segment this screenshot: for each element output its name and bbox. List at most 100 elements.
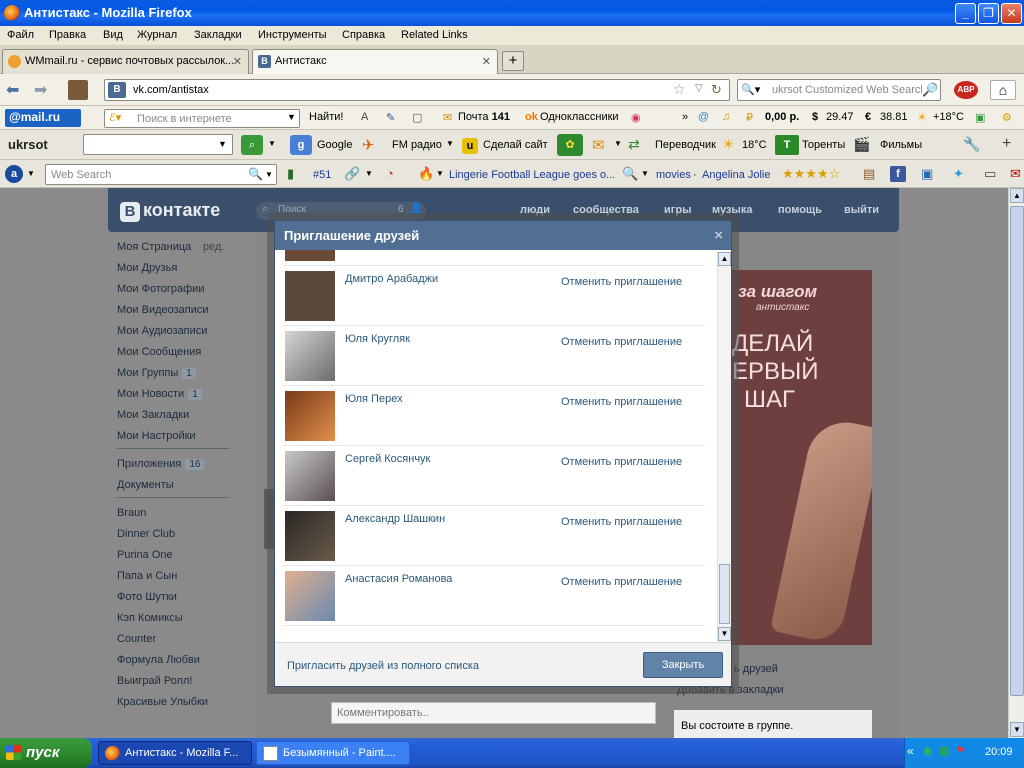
scroll-thumb[interactable] [719, 564, 730, 624]
close-icon[interactable]: × [714, 227, 723, 244]
chevron-down-icon[interactable]: ▼ [268, 139, 276, 148]
map-icon[interactable]: ▣ [975, 111, 985, 124]
font-size-icon[interactable]: A [361, 111, 368, 123]
nav-logout[interactable]: выйти [844, 204, 879, 216]
advertisement-banner[interactable]: за шагом антистакс ДЕЛАЙ ЕРВЫЙ ШАГ [732, 270, 872, 645]
search-icon[interactable]: ⌕ [241, 135, 263, 155]
clock-icon[interactable]: ◔ [386, 166, 394, 181]
agent-icon[interactable]: ◉ [923, 744, 933, 757]
dropdown-icon[interactable]: ▽ [695, 83, 703, 94]
money-icon[interactable]: ₽ [746, 111, 753, 124]
close-button[interactable]: Закрыть [643, 652, 723, 678]
google-link[interactable]: Google [317, 139, 352, 151]
menu-apps[interactable]: Приложения 16 [117, 458, 205, 470]
ukrsot-search-input[interactable]: ▼ [83, 134, 233, 155]
new-tab-button[interactable]: + [502, 51, 524, 71]
mailru-logo[interactable]: @mail.ru [5, 109, 81, 127]
mail-icon[interactable]: ✉ [443, 111, 452, 124]
close-tab-icon[interactable]: ✕ [233, 55, 242, 68]
app-link[interactable]: Фото Шутки [117, 591, 177, 603]
icq-icon[interactable]: ✿ [557, 134, 583, 156]
avatar[interactable] [285, 391, 335, 441]
nav-games[interactable]: игры [664, 204, 691, 216]
app-link[interactable]: Красивые Улыбки [117, 696, 208, 708]
sparkle-icon[interactable]: ✦ [953, 166, 964, 182]
menu-view[interactable]: Вид [103, 29, 123, 41]
minimize-button[interactable]: _ [955, 3, 976, 24]
highlight-icon[interactable]: ✎ [386, 111, 395, 124]
torrents-link[interactable]: Торенты [802, 139, 845, 151]
mail-icon[interactable]: ✉ [592, 136, 605, 154]
gear-icon[interactable]: ⚙ [1002, 111, 1012, 124]
nav-help[interactable]: помощь [778, 204, 822, 216]
search-engine-icon[interactable]: 🔍▾ [741, 83, 760, 96]
weather-sun-icon[interactable]: ☀ [722, 136, 735, 153]
menu-my-page[interactable]: Моя Страница [117, 241, 191, 253]
mail-icon[interactable]: ✉ [1010, 166, 1021, 182]
films-link[interactable]: Фильмы [880, 139, 922, 151]
adblock-icon[interactable]: ABP [954, 81, 978, 99]
app-link[interactable]: Формула Любви [117, 654, 200, 666]
menu-bookmarks[interactable]: Мои Закладки [117, 409, 189, 421]
back-icon[interactable]: ⬅ [6, 80, 19, 100]
scroll-down-icon[interactable]: ▼ [718, 627, 731, 641]
invite-friends-link[interactable]: ь друзей [734, 663, 778, 675]
chevron-down-icon[interactable]: ▼ [446, 139, 454, 148]
taskbar-paint[interactable]: Безымянный - Paint.... [256, 741, 410, 765]
scroll-up-icon[interactable]: ▲ [1010, 188, 1024, 203]
app-link[interactable]: Dinner Club [117, 528, 175, 540]
start-button[interactable]: пуск [0, 738, 92, 768]
friend-name[interactable]: Александр Шашкин [345, 513, 445, 525]
menu-help[interactable]: Справка [342, 29, 385, 41]
search-icon[interactable]: 🔎 [922, 82, 938, 98]
chevron-down-icon[interactable]: ▼ [265, 170, 273, 179]
add-icon[interactable]: + [1002, 135, 1011, 153]
friend-name[interactable]: Юля Кругляк [345, 333, 410, 345]
page-icon[interactable]: ▢ [412, 111, 422, 124]
scroll-down-icon[interactable]: ▼ [1010, 722, 1024, 737]
menu-edit[interactable]: ред. [203, 241, 224, 253]
link-icon[interactable]: 🔗 [344, 166, 360, 182]
bookmark-star-icon[interactable]: ☆ [673, 81, 686, 98]
menu-messages[interactable]: Мои Сообщения [117, 346, 201, 358]
news-link[interactable]: Lingerie Football League goes o... [449, 169, 615, 181]
search-icon[interactable]: 🔍 [248, 167, 263, 181]
search-engine-icon[interactable]: ℰ▾ [109, 111, 121, 124]
fm-radio-link[interactable]: FM радио [392, 139, 442, 151]
avatar[interactable] [285, 271, 335, 321]
avatar[interactable] [285, 250, 335, 261]
list-scrollbar[interactable]: ▲ ▼ [717, 252, 731, 642]
avatar[interactable] [285, 571, 335, 621]
menu-tools[interactable]: Инструменты [258, 29, 327, 41]
menu-audio[interactable]: Мои Аудиозаписи [117, 325, 207, 337]
menu-edit[interactable]: Правка [49, 29, 86, 41]
home-button[interactable]: ⌂ [990, 80, 1016, 100]
chevron-down-icon[interactable]: ▼ [614, 139, 622, 148]
make-site-link[interactable]: Сделай сайт [483, 139, 548, 151]
menu-friends[interactable]: Мои Друзья [117, 262, 177, 274]
rank-link[interactable]: #51 [313, 169, 331, 181]
menu-settings[interactable]: Мои Настройки [117, 430, 196, 442]
cancel-invite-link[interactable]: Отменить приглашение [561, 516, 682, 528]
torrent-icon[interactable]: T [775, 135, 799, 155]
vk-search-input[interactable]: ⌕ Поиск 6 👤 [256, 202, 426, 220]
menu-file[interactable]: Файл [7, 29, 34, 41]
mailru-search-input[interactable]: ℰ▾ Поиск в интернете ▼ [104, 109, 300, 128]
avatar[interactable] [285, 511, 335, 561]
avatar[interactable] [285, 451, 335, 501]
url-bar[interactable]: B vk.com/antistax ☆ ▽ ↻ [104, 79, 730, 101]
page-icon[interactable] [68, 80, 88, 100]
mail-link[interactable]: Почта 141 [458, 111, 510, 123]
app-link[interactable]: Папа и Сын [117, 570, 177, 582]
chevron-down-icon[interactable]: ▼ [27, 169, 35, 178]
ask-search-input[interactable]: Web Search 🔍 ▼ [45, 164, 277, 185]
search-trend-icon[interactable]: 🔍 [622, 166, 638, 182]
close-window-button[interactable]: ✕ [1001, 3, 1022, 24]
agent-icon[interactable]: @ [698, 111, 709, 123]
nav-people[interactable]: люди [520, 204, 550, 216]
chevron-down-icon[interactable]: ▼ [218, 139, 227, 149]
menu-videos[interactable]: Мои Видеозаписи [117, 304, 209, 316]
radio-icon[interactable]: ✈ [362, 136, 375, 154]
forward-icon[interactable]: ➡ [34, 80, 47, 100]
fire-icon[interactable]: 🔥 [418, 166, 434, 182]
